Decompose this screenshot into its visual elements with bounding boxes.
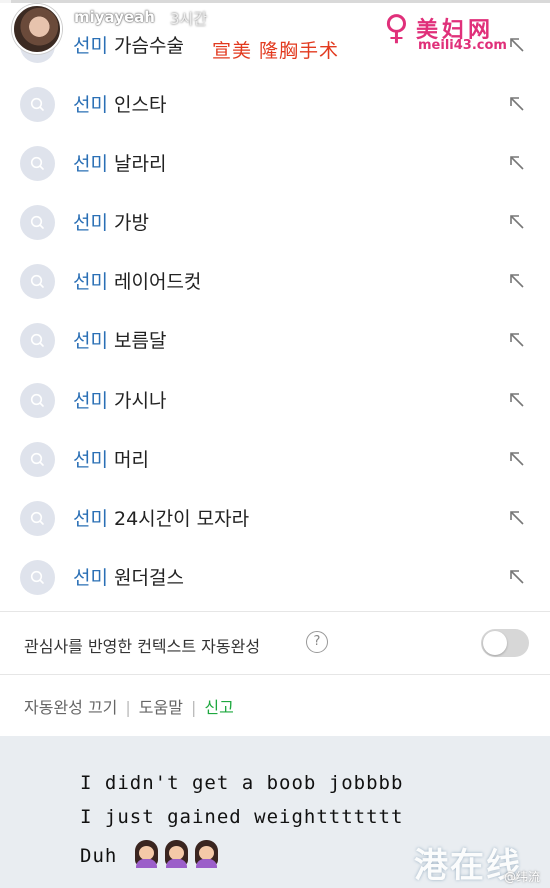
help-link[interactable]: 도움말: [139, 694, 183, 718]
logo-figure-icon: ♀: [384, 8, 409, 48]
suggestion-keyword: 선미: [73, 448, 108, 471]
suggestion-text: 선미 날라리: [73, 149, 166, 176]
suggestion-completion: 가슴수술: [107, 35, 184, 57]
woman-emoji-icon: [133, 840, 160, 868]
arrow-up-left-icon[interactable]: [508, 272, 526, 294]
arrow-up-left-icon[interactable]: [508, 213, 526, 235]
suggestion-completion: 가방: [107, 212, 149, 235]
logo-url: meili43.com: [418, 38, 507, 53]
suggestion-keyword: 선미: [73, 35, 108, 57]
suggestion-row[interactable]: 선미 24시간이 모자라: [0, 489, 550, 548]
woman-emoji-icon: [163, 840, 190, 868]
site-logo: ♀ 美妇网 meili43.com: [384, 6, 534, 56]
search-icon: [20, 382, 55, 418]
suggestion-keyword: 선미: [73, 566, 108, 589]
suggestion-text: 선미 보름달: [73, 326, 166, 353]
suggestion-text: 선미 원더걸스: [73, 563, 184, 590]
arrow-up-left-icon[interactable]: [508, 568, 526, 590]
autocomplete-off-link[interactable]: 자동완성 끄기: [24, 694, 117, 718]
footer-separator: |: [125, 698, 131, 717]
arrow-up-left-icon[interactable]: [508, 154, 526, 176]
watermark-caption: 宣美 隆胸手术: [212, 40, 340, 62]
arrow-up-left-icon[interactable]: [508, 95, 526, 117]
search-icon: [20, 441, 55, 477]
suggestion-keyword: 선미: [73, 330, 108, 353]
context-setting-label: 관심사를 반영한 컨텍스트 자동완성: [24, 637, 261, 656]
suggestion-completion: 24시간이 모자라: [107, 507, 250, 530]
weibo-watermark: @纬流: [504, 870, 541, 884]
caption-duh: Duh: [80, 845, 118, 867]
suggestion-row[interactable]: 선미 머리: [0, 430, 550, 489]
suggestion-completion: 인스타: [107, 94, 167, 117]
suggestion-completion: 레이어드컷: [107, 271, 202, 294]
divider: [0, 674, 550, 675]
report-link[interactable]: 신고: [204, 694, 233, 718]
story-progress-fill: [0, 0, 11, 3]
suggestion-keyword: 선미: [73, 153, 108, 176]
footer-separator: |: [190, 698, 197, 717]
arrow-up-left-icon[interactable]: [508, 509, 526, 531]
suggestion-completion: 보름달: [107, 330, 167, 353]
suggestion-completion: 가시나: [107, 389, 167, 412]
suggestion-row[interactable]: 선미 날라리: [0, 134, 550, 193]
arrow-up-left-icon[interactable]: [508, 331, 526, 353]
woman-emoji-icon: [193, 840, 220, 868]
suggestion-row[interactable]: 선미 레이어드컷: [0, 252, 550, 311]
suggestion-text: 선미 가방: [73, 208, 149, 235]
context-autocomplete-toggle[interactable]: [481, 629, 529, 657]
suggestion-text: 선미 가슴수술: [73, 31, 184, 58]
suggestion-keyword: 선미: [73, 271, 108, 294]
search-icon: [20, 205, 55, 241]
caption-line-1: I didn't get a boob jobbbb: [80, 772, 404, 794]
suggestion-keyword: 선미: [73, 94, 108, 117]
suggestion-keyword: 선미: [73, 212, 108, 235]
story-progress-bar: [0, 0, 550, 3]
suggestion-text: 선미 레이어드컷: [73, 267, 201, 294]
story-time: 3시간: [170, 10, 208, 28]
suggestion-row[interactable]: 선미 가방: [0, 193, 550, 252]
search-icon: [20, 500, 55, 536]
search-icon: [20, 146, 55, 182]
suggestion-text: 선미 24시간이 모자라: [73, 504, 249, 531]
suggestion-text: 선미 인스타: [73, 90, 166, 117]
suggestion-row[interactable]: 선미 가시나: [0, 371, 550, 430]
search-icon: [20, 264, 55, 300]
suggestion-row[interactable]: 선미 원더걸스: [0, 548, 550, 607]
suggestion-text: 선미 머리: [73, 445, 149, 472]
avatar[interactable]: [12, 4, 62, 54]
context-autocomplete-setting: 관심사를 반영한 컨텍스트 자동완성 ?: [0, 612, 550, 674]
story-username[interactable]: miyayeah: [74, 8, 155, 26]
suggestion-completion: 원더걸스: [107, 566, 184, 589]
search-icon: [20, 87, 55, 123]
autocomplete-suggestion-list: 선미 가슴수술 선미 인스타 선미 날라리 선미 가방 선미 레이어드컷 선미 보름달 선미…: [0, 16, 550, 607]
suggestion-row[interactable]: 선미 인스타: [0, 75, 550, 134]
suggestion-completion: 머리: [107, 448, 149, 471]
suggestion-text: 선미 가시나: [73, 386, 166, 413]
search-icon: [20, 559, 55, 595]
question-circle-icon[interactable]: ?: [306, 631, 328, 653]
footer-links: 자동완성 끄기 | 도움말 | 신고: [24, 694, 234, 718]
caption-line-2: I just gained weighttttttt: [80, 806, 404, 828]
arrow-up-left-icon[interactable]: [508, 450, 526, 472]
suggestion-row[interactable]: 선미 보름달: [0, 311, 550, 370]
toggle-knob: [483, 631, 507, 655]
suggestion-completion: 날라리: [107, 153, 167, 176]
search-icon: [20, 323, 55, 359]
suggestion-keyword: 선미: [73, 389, 108, 412]
suggestion-keyword: 선미: [73, 507, 108, 530]
caption-line-3: Duh: [80, 840, 220, 868]
arrow-up-left-icon[interactable]: [508, 391, 526, 413]
